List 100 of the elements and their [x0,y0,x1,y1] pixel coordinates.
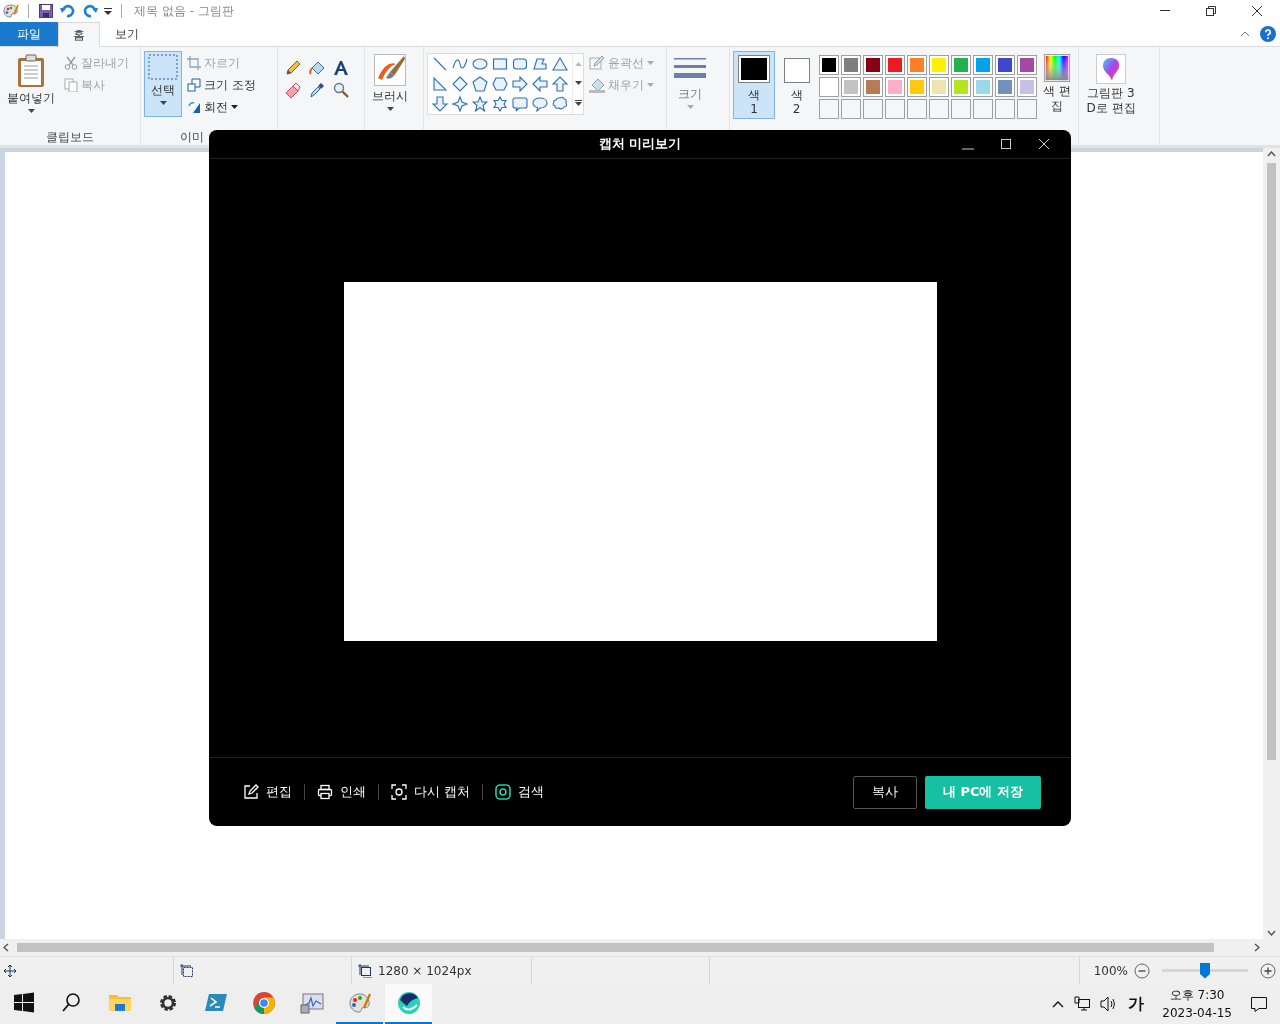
palette-icon[interactable] [3,3,19,19]
palette-swatch[interactable] [951,77,971,97]
diamond-icon[interactable] [452,76,468,92]
pencil-icon[interactable] [285,60,301,76]
speech-bubble-icon[interactable] [512,96,528,112]
empty-swatch[interactable] [995,99,1015,119]
network-icon[interactable] [1074,996,1091,1012]
palette-swatch[interactable] [841,77,861,97]
customize-caret-icon[interactable] [104,7,112,15]
file-menu-tab[interactable]: 파일 [0,22,58,46]
empty-swatch[interactable] [929,99,949,119]
hexagon-icon[interactable] [492,76,508,92]
empty-swatch[interactable] [973,99,993,119]
zoom-out-icon[interactable] [1134,962,1150,979]
rectangle-icon[interactable] [492,56,508,72]
color-selector[interactable]: 색 1 [733,51,775,119]
rotate-button[interactable]: 회전 [185,97,258,117]
ribbon-tab[interactable]: 보기 [100,22,154,46]
palette-swatch[interactable] [973,77,993,97]
scroll-up-icon[interactable] [1267,151,1276,157]
scroll-left-icon[interactable] [3,943,9,952]
undo-icon[interactable] [60,3,76,19]
palette-swatch[interactable] [1017,77,1037,97]
oval-speech-bubble-icon[interactable] [532,96,548,112]
palette-swatch[interactable] [819,55,839,75]
taskbar-app[interactable] [385,984,432,1024]
rounded-rectangle-icon[interactable] [512,56,528,72]
collapse-ribbon-icon[interactable] [1240,31,1250,37]
oval-icon[interactable] [472,56,488,72]
horizontal-scrollbar[interactable] [0,939,1263,956]
palette-swatch[interactable] [907,77,927,97]
slider-thumb[interactable] [1200,962,1210,979]
palette-swatch[interactable] [973,55,993,75]
palette-swatch[interactable] [907,55,927,75]
copy-button[interactable]: 복사 [852,775,917,809]
empty-swatch[interactable] [907,99,927,119]
polygon-icon[interactable] [532,56,548,72]
right-arrow-icon[interactable] [512,76,528,92]
star-icon[interactable] [472,96,488,112]
palette-swatch[interactable] [885,55,905,75]
down-arrow-icon[interactable] [432,96,448,112]
brushes-button[interactable]: 브러시 [368,51,412,117]
triangle-icon[interactable] [552,56,568,72]
pentagon-icon[interactable] [472,76,488,92]
recapture-button[interactable]: 다시 캡처 [379,783,483,801]
vertical-scrollbar[interactable] [1263,148,1280,939]
empty-swatch[interactable] [841,99,861,119]
select-button[interactable]: 선택 [144,51,182,117]
input-method-indicator[interactable]: 가 [1128,993,1145,1015]
cloud-bubble-icon[interactable] [552,96,568,112]
help-icon[interactable] [1260,26,1276,42]
print-button[interactable]: 인쇄 [305,783,378,801]
empty-swatch[interactable] [863,99,883,119]
palette-swatch[interactable] [951,55,971,75]
edit-button[interactable]: 편집 [231,783,304,801]
empty-swatch[interactable] [951,99,971,119]
four-point-star-icon[interactable] [452,96,468,112]
zoom-in-icon[interactable] [1260,962,1276,979]
palette-swatch[interactable] [995,55,1015,75]
redo-icon[interactable] [82,3,98,19]
scrollbar-thumb[interactable] [17,943,1214,952]
search-button[interactable]: 검색 [483,783,557,801]
empty-swatch[interactable] [819,99,839,119]
palette-swatch[interactable] [863,77,883,97]
up-arrow-icon[interactable] [552,76,568,92]
six-point-star-icon[interactable] [492,96,508,112]
palette-swatch[interactable] [819,77,839,97]
scrollbar-thumb[interactable] [1267,163,1276,760]
expand-gallery-icon[interactable] [574,100,582,107]
empty-swatch[interactable] [885,99,905,119]
size-button[interactable]: 크기 [670,51,710,117]
palette-swatch[interactable] [863,55,883,75]
save-icon[interactable] [38,3,54,19]
ribbon-tab[interactable]: 홈 [58,22,100,47]
color-selector[interactable]: 색 2 [776,51,817,119]
clock[interactable]: 오후 7:30 2023-04-15 [1162,986,1232,1022]
line-icon[interactable] [432,56,448,72]
palette-swatch[interactable] [995,77,1015,97]
eraser-icon[interactable] [285,82,301,98]
palette-swatch[interactable] [929,77,949,97]
palette-swatch[interactable] [929,55,949,75]
magnifier-icon[interactable] [333,82,349,98]
palette-swatch[interactable] [841,55,861,75]
fill-bucket-icon[interactable] [309,60,325,76]
left-arrow-icon[interactable] [532,76,548,92]
edit-with-paint-3d-button[interactable]: 그림판 3D로 편집 [1082,51,1140,123]
notification-icon[interactable] [1250,995,1268,1013]
color-picker-icon[interactable] [309,82,325,98]
palette-swatch[interactable] [885,77,905,97]
chevron-up-icon[interactable] [1052,1000,1065,1008]
empty-swatch[interactable] [1017,99,1037,119]
text-icon[interactable] [333,60,349,76]
scroll-down-icon[interactable] [1267,930,1276,936]
resize-button[interactable]: 크기 조정 [185,75,258,95]
curve-icon[interactable] [452,56,468,72]
paste-button[interactable]: 붙여넣기 [3,51,59,117]
scroll-right-icon[interactable] [1254,943,1260,952]
palette-swatch[interactable] [1017,55,1037,75]
right-triangle-icon[interactable] [432,76,448,92]
edit-colors-button[interactable]: 색 편집 [1039,51,1075,117]
